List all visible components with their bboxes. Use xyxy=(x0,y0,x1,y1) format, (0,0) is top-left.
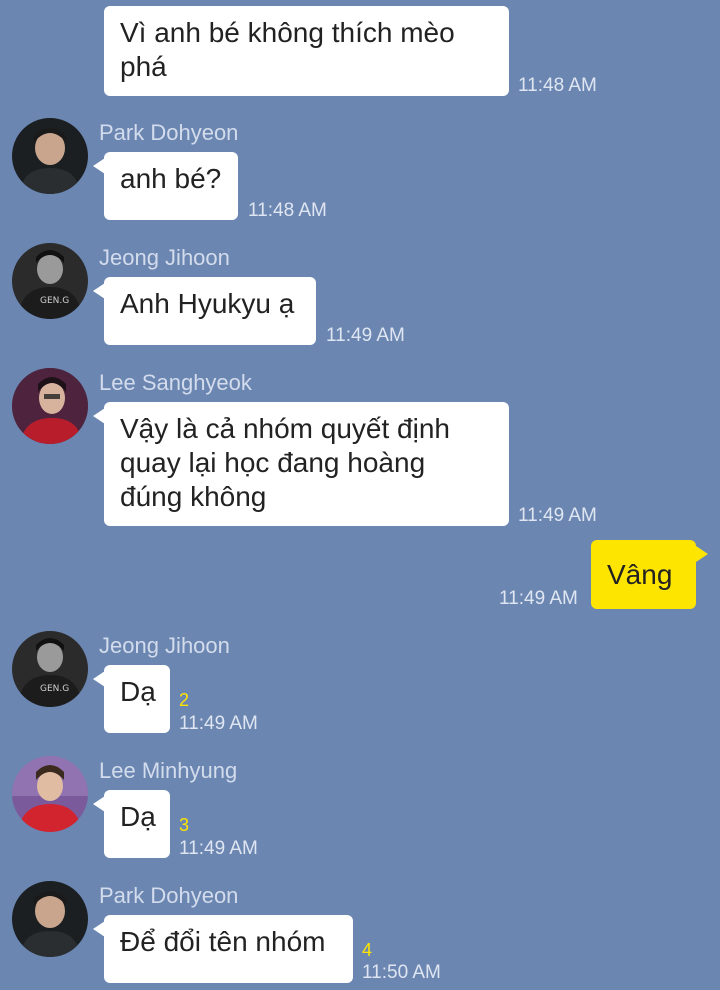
message-text-line: Vì anh bé không thích mèo xyxy=(120,17,455,48)
unread-count: 2 xyxy=(179,690,190,710)
avatar-image xyxy=(12,756,88,832)
message-time: 11:50 AM xyxy=(362,962,441,983)
message-text: Dạ xyxy=(120,801,156,832)
sender-name: Jeong Jihoon xyxy=(99,245,230,270)
sender-name: Park Dohyeon xyxy=(99,883,239,908)
my-message-bubble[interactable]: Vâng xyxy=(591,540,696,609)
sender-name: Lee Sanghyeok xyxy=(99,370,252,395)
message-text: Anh Hyukyu ạ xyxy=(120,288,295,319)
sender-name: Jeong Jihoon xyxy=(99,633,230,658)
message-text: Để đổi tên nhóm xyxy=(120,926,326,957)
message-text-line: quay lại học đang hoàng xyxy=(120,447,426,478)
message-text-line: phá xyxy=(120,51,167,82)
sender-name: Lee Minhyung xyxy=(99,758,238,783)
message-time: 11:49 AM xyxy=(499,588,578,609)
message-time: 11:49 AM xyxy=(326,325,405,346)
avatar-image: GEN.G xyxy=(12,243,88,319)
svg-text:GEN.G: GEN.G xyxy=(40,684,69,694)
message-bubble[interactable]: Dạ xyxy=(104,790,170,858)
message-time: 11:49 AM xyxy=(518,505,597,526)
message-time: 11:49 AM xyxy=(179,713,258,734)
avatar[interactable] xyxy=(12,756,88,832)
message-text: Dạ xyxy=(120,676,156,707)
message-time: 11:49 AM xyxy=(179,838,258,859)
sender-name: Park Dohyeon xyxy=(99,120,239,145)
avatar[interactable]: GEN.G xyxy=(12,243,88,319)
unread-count: 3 xyxy=(179,815,190,835)
message-text-line: Vậy là cả nhóm quyết định xyxy=(120,413,450,444)
message-bubble[interactable]: Vì anh bé không thích mèo phá xyxy=(104,6,509,96)
avatar-image xyxy=(12,118,88,194)
message-bubble[interactable]: Dạ xyxy=(104,665,170,733)
avatar-image xyxy=(12,881,88,957)
message-bubble[interactable]: Anh Hyukyu ạ xyxy=(104,277,316,345)
svg-text:GEN.G: GEN.G xyxy=(40,296,69,306)
message-time: 11:48 AM xyxy=(248,200,327,221)
message-time: 11:48 AM xyxy=(518,75,597,96)
message-bubble[interactable]: Để đổi tên nhóm xyxy=(104,915,353,983)
avatar-image xyxy=(12,368,88,444)
avatar[interactable] xyxy=(12,881,88,957)
message-bubble[interactable]: Vậy là cả nhóm quyết định quay lại học đ… xyxy=(104,402,509,526)
message-text-line: đúng không xyxy=(120,481,267,512)
message-bubble[interactable]: anh bé? xyxy=(104,152,238,220)
bubble-tail xyxy=(696,546,708,562)
avatar[interactable] xyxy=(12,368,88,444)
avatar-image: GEN.G xyxy=(12,631,88,707)
message-text: anh bé? xyxy=(120,163,222,194)
message-text: Vâng xyxy=(607,559,673,590)
unread-count: 4 xyxy=(362,940,373,960)
avatar[interactable]: GEN.G xyxy=(12,631,88,707)
avatar[interactable] xyxy=(12,118,88,194)
